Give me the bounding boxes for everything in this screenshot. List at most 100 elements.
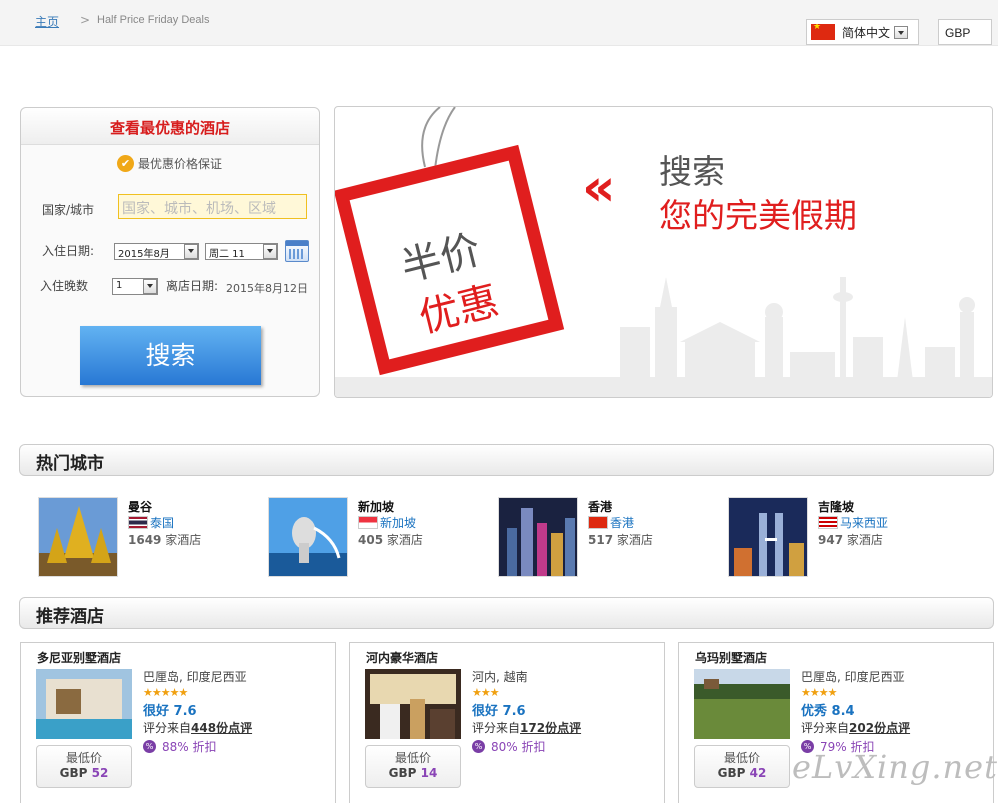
hotel-card[interactable]: 多尼亚别墅酒店 巴厘岛, 印度尼西亚 ★★★★★ 很好 7.6 评分来自448份… [20, 642, 336, 803]
star-rating: ★★★★★ [143, 686, 188, 699]
city-country[interactable]: 香港 [588, 514, 634, 531]
city-photo-kualalumpur[interactable] [728, 497, 808, 577]
reviews-link[interactable]: 172份点评 [520, 721, 581, 735]
nights-label: 入住晚数 [40, 279, 89, 293]
hongkong-flag-icon [588, 516, 608, 529]
star-rating: ★★★★ [801, 686, 837, 699]
hotel-count: 405 家酒店 [358, 533, 423, 547]
calendar-icon[interactable] [285, 240, 309, 262]
price-guarantee: ✔ 最优惠价格保证 [117, 155, 222, 172]
check-badge-icon: ✔ [117, 155, 134, 172]
hotel-count: 1649 家酒店 [128, 533, 202, 547]
price-value: GBP 52 [59, 766, 109, 780]
city-name[interactable]: 吉隆坡 [818, 498, 854, 515]
review-count: 评分来自172份点评 [472, 721, 582, 735]
price-label: 最低价 [723, 751, 760, 765]
promo-banner[interactable]: 半价 优惠 « 搜索 您的完美假期 [334, 106, 993, 398]
country-name[interactable]: 泰国 [150, 514, 174, 531]
review-count: 评分来自202份点评 [801, 721, 911, 735]
destination-label: 国家/城市 [42, 203, 95, 217]
city-name[interactable]: 新加坡 [358, 498, 394, 515]
malaysia-flag-icon [818, 516, 838, 529]
nights-select[interactable]: 1 [112, 278, 158, 295]
city-country[interactable]: 新加坡 [358, 514, 416, 531]
review-score: 优秀 8.4 [801, 704, 855, 719]
banner-headline-search: 搜索 [659, 152, 725, 191]
city-name[interactable]: 香港 [588, 498, 612, 515]
chevron-down-icon[interactable] [143, 279, 157, 294]
language-label: 简体中文 [842, 25, 891, 40]
breadcrumb-home-link[interactable]: 主页 [35, 13, 59, 30]
country-name[interactable]: 新加坡 [380, 514, 416, 531]
breadcrumb-separator: > [80, 13, 91, 27]
hotel-name[interactable]: 乌玛别墅酒店 [695, 649, 767, 666]
hotel-name[interactable]: 河内豪华酒店 [366, 649, 438, 666]
singapore-flag-icon [358, 516, 378, 529]
top-bar: 主页 > Half Price Friday Deals 简体中文 GBP [0, 0, 998, 46]
city-name[interactable]: 曼谷 [128, 498, 152, 515]
checkin-month-select[interactable]: 2015年8月 [114, 243, 199, 260]
city-card[interactable]: 香港 香港 517 家酒店 [498, 497, 718, 579]
chevron-down-icon[interactable] [184, 244, 198, 259]
country-name[interactable]: 马来西亚 [840, 514, 888, 531]
city-photo-hongkong[interactable] [498, 497, 578, 577]
hotel-location: 巴厘岛, 印度尼西亚 [143, 670, 247, 684]
price-box[interactable]: 最低价 GBP 42 [694, 745, 790, 788]
price-label: 最低价 [394, 751, 431, 765]
destination-input[interactable]: 国家、城市、机场、区域 [118, 194, 307, 219]
nights-value: 1 [116, 280, 123, 291]
country-name[interactable]: 香港 [610, 514, 634, 531]
city-country[interactable]: 泰国 [128, 514, 174, 531]
reviews-link[interactable]: 202份点评 [849, 721, 910, 735]
review-score: 很好 7.6 [143, 704, 197, 719]
price-value: GBP 14 [388, 766, 438, 780]
hotel-count: 947 家酒店 [818, 533, 883, 547]
hotel-photo[interactable] [36, 669, 132, 739]
price-label: 最低价 [65, 751, 102, 765]
hotel-photo[interactable] [365, 669, 461, 739]
discount-info: % 88% 折扣 [143, 738, 217, 755]
city-card[interactable]: 新加坡 新加坡 405 家酒店 [268, 497, 488, 579]
city-photo-bangkok[interactable] [38, 497, 118, 577]
search-button[interactable]: 搜索 [80, 326, 261, 385]
hotel-card[interactable]: 河内豪华酒店 河内, 越南 ★★★ 很好 7.6 评分来自172份点评 % 80%… [349, 642, 665, 803]
search-box: 查看最优惠的酒店 ✔ 最优惠价格保证 国家/城市 国家、城市、机场、区域 入住日… [20, 107, 320, 397]
discount-info: % 80% 折扣 [472, 738, 546, 755]
hotel-name[interactable]: 多尼亚别墅酒店 [37, 649, 121, 666]
hotel-location: 河内, 越南 [472, 670, 528, 684]
review-score: 很好 7.6 [472, 704, 526, 719]
checkin-label: 入住日期: [42, 244, 95, 258]
chevron-down-icon[interactable] [263, 244, 277, 259]
search-box-title: 查看最优惠的酒店 [21, 108, 319, 145]
percent-badge-icon: % [472, 740, 485, 753]
language-selector[interactable]: 简体中文 [806, 19, 919, 45]
city-card[interactable]: 曼谷 泰国 1649 家酒店 [38, 497, 258, 579]
reviews-link[interactable]: 448份点评 [191, 721, 252, 735]
city-photo-singapore[interactable] [268, 497, 348, 577]
hotel-count: 517 家酒店 [588, 533, 653, 547]
currency-selector[interactable]: GBP [938, 19, 992, 45]
hotel-photo[interactable] [694, 669, 790, 739]
review-count: 评分来自448份点评 [143, 721, 253, 735]
city-card[interactable]: 吉隆坡 马来西亚 947 家酒店 [728, 497, 948, 579]
checkin-month-value: 2015年8月 [118, 249, 170, 260]
checkin-day-value: 周二 11 [209, 249, 245, 260]
banner-headline-vacation: 您的完美假期 [659, 196, 857, 235]
breadcrumb-current: Half Price Friday Deals [97, 14, 210, 26]
thailand-flag-icon [128, 516, 148, 529]
price-box[interactable]: 最低价 GBP 52 [36, 745, 132, 788]
chevron-down-icon[interactable] [894, 25, 908, 39]
recommended-hotels-header: 推荐酒店 [19, 597, 994, 629]
percent-badge-icon: % [143, 740, 156, 753]
watermark: eLvXing.net [792, 748, 998, 786]
popular-cities-header: 热门城市 [19, 444, 994, 476]
double-chevron-left-icon: « [582, 158, 616, 218]
hotel-location: 巴厘岛, 印度尼西亚 [801, 670, 905, 684]
star-rating: ★★★ [472, 686, 500, 699]
city-country[interactable]: 马来西亚 [818, 514, 888, 531]
price-value: GBP 42 [717, 766, 767, 780]
price-box[interactable]: 最低价 GBP 14 [365, 745, 461, 788]
checkin-day-select[interactable]: 周二 11 [205, 243, 278, 260]
checkout-date: 2015年8月12日 [226, 282, 308, 295]
checkout-label: 离店日期: [166, 279, 219, 293]
